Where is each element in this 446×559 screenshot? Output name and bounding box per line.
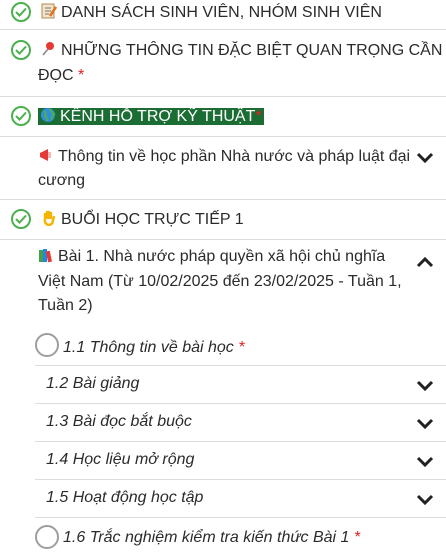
- chevron-down-icon[interactable]: [416, 494, 434, 506]
- section-title-cont: ĐỌC: [38, 67, 74, 84]
- item-label: 1.3 Bài đọc bắt buộc: [46, 413, 192, 430]
- section-title: BUỔI HỌC TRỰC TIẾP 1: [61, 211, 244, 228]
- item-label: 1.2 Bài giảng: [46, 375, 140, 392]
- item-label: 1.1 Thông tin về bài học: [63, 339, 234, 356]
- item-1-5[interactable]: 1.5 Hoạt động học tập: [35, 480, 446, 518]
- section-hoc-phan[interactable]: Thông tin về học phần Nhà nước và pháp l…: [0, 137, 446, 200]
- section-title: DANH SÁCH SINH VIÊN, NHÓM SINH VIÊN: [61, 4, 382, 21]
- globe-icon: [41, 108, 56, 122]
- chevron-up-icon[interactable]: [416, 256, 434, 268]
- chevron-down-icon[interactable]: [416, 380, 434, 392]
- section-title-cont: cương: [38, 172, 85, 189]
- item-1-4[interactable]: 1.4 Học liệu mở rộng: [35, 442, 446, 480]
- lesson-title-cont: Tuần 2): [38, 297, 93, 314]
- item-1-2[interactable]: 1.2 Bài giảng: [35, 366, 446, 404]
- section-buoi-hoc[interactable]: BUỔI HỌC TRỰC TIẾP 1: [0, 200, 446, 240]
- section-title: Thông tin về học phần Nhà nước và pháp l…: [58, 148, 411, 165]
- item-1-1[interactable]: 1.1 Thông tin về bài học *: [35, 330, 446, 366]
- memo-icon: [41, 3, 57, 19]
- check-complete-icon: [11, 209, 31, 229]
- check-complete-icon: [11, 106, 31, 126]
- section-thong-tin[interactable]: NHỮNG THÔNG TIN ĐẶC BIỆT QUAN TRỌNG CẦN …: [0, 30, 446, 97]
- required-mark: *: [78, 67, 85, 84]
- required-mark: *: [353, 529, 361, 546]
- megaphone-icon: [40, 149, 51, 161]
- section-danh-sach[interactable]: DANH SÁCH SINH VIÊN, NHÓM SINH VIÊN: [0, 0, 446, 30]
- lesson-title-cont: Việt Nam (Từ 10/02/2025 đến 23/02/2025 -…: [38, 273, 402, 290]
- raised-hand-icon: [43, 210, 56, 226]
- chevron-down-icon[interactable]: [416, 152, 434, 164]
- lesson-bai-1[interactable]: Bài 1. Nhà nước pháp quyền xã hội chủ ng…: [0, 240, 446, 324]
- radio-circle-icon: [35, 525, 59, 549]
- chevron-down-icon[interactable]: [416, 456, 434, 468]
- highlighted-title: KÊNH HỖ TRỢ KỸ THUẬT*: [38, 108, 264, 125]
- check-complete-icon: [11, 2, 31, 22]
- item-label: 1.4 Học liệu mở rộng: [46, 451, 195, 468]
- check-complete-icon: [11, 40, 31, 60]
- pushpin-icon: [42, 42, 54, 56]
- required-mark: *: [238, 339, 245, 356]
- item-1-3[interactable]: 1.3 Bài đọc bắt buộc: [35, 404, 446, 442]
- section-title: NHỮNG THÔNG TIN ĐẶC BIỆT QUAN TRỌNG CẦN: [61, 42, 443, 59]
- lesson-title: Bài 1. Nhà nước pháp quyền xã hội chủ ng…: [58, 248, 386, 265]
- section-kenh-ho-tro[interactable]: KÊNH HỖ TRỢ KỸ THUẬT*: [0, 97, 446, 137]
- item-1-6[interactable]: 1.6 Trắc nghiệm kiểm tra kiến thức Bài 1…: [35, 518, 446, 559]
- chevron-down-icon[interactable]: [416, 418, 434, 430]
- item-label: 1.6 Trắc nghiệm kiểm tra kiến thức Bài 1: [63, 529, 350, 546]
- books-icon: [39, 249, 52, 263]
- item-label: 1.5 Hoạt động học tập: [46, 489, 204, 506]
- section-title: KÊNH HỖ TRỢ KỸ THUẬT: [60, 108, 256, 125]
- required-mark: *: [255, 108, 262, 125]
- radio-circle-icon: [35, 333, 59, 357]
